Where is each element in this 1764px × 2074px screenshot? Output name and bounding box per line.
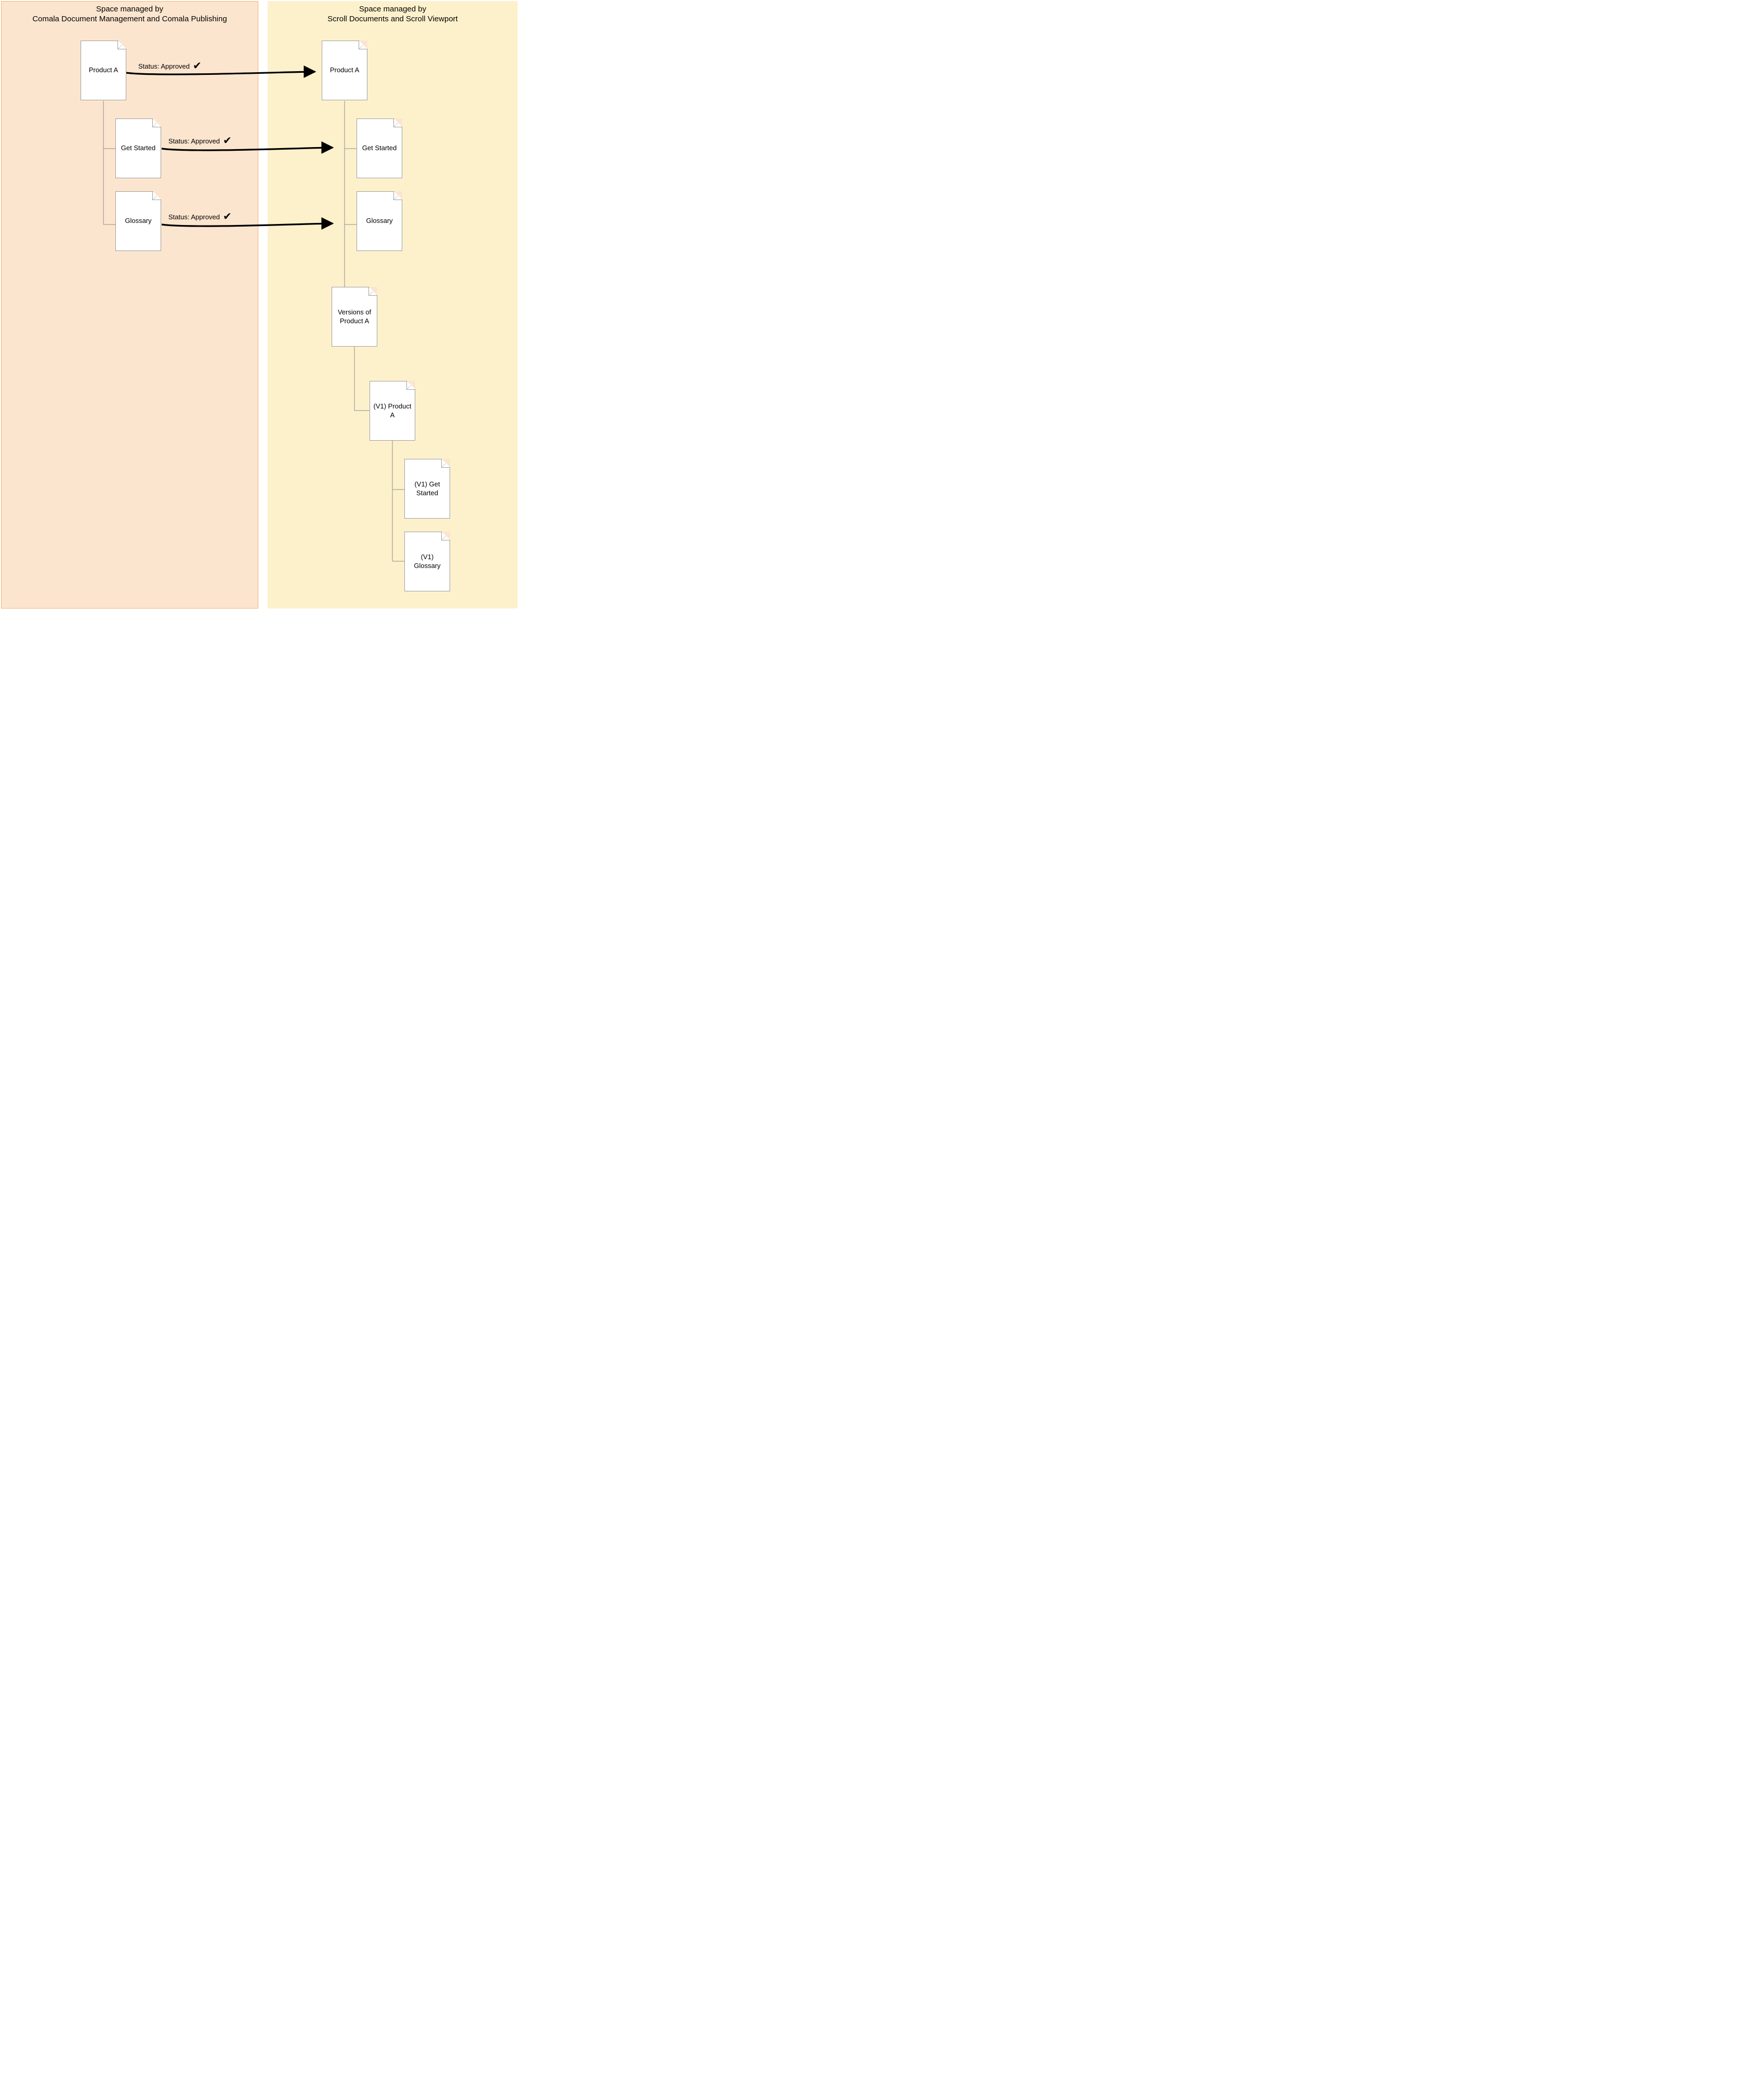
check-icon: ✔ bbox=[223, 212, 232, 222]
diagram-canvas: Space managed by Comala Document Managem… bbox=[0, 0, 519, 610]
left-title-line1: Space managed by bbox=[96, 5, 163, 14]
page-left-glossary: Glossary bbox=[115, 191, 161, 251]
check-icon: ✔ bbox=[193, 61, 202, 71]
right-title-line1: Space managed by bbox=[359, 5, 426, 14]
check-icon: ✔ bbox=[223, 136, 232, 146]
page-right-v1-get-started: (V1) Get Started bbox=[404, 459, 450, 519]
left-space-panel: Space managed by Comala Document Managem… bbox=[1, 1, 258, 609]
right-panel-title: Space managed by Scroll Documents and Sc… bbox=[268, 2, 517, 24]
right-space-panel: Space managed by Scroll Documents and Sc… bbox=[268, 1, 518, 609]
page-right-product-a: Product A bbox=[322, 41, 367, 100]
left-title-line2: Comala Document Management and Comala Pu… bbox=[32, 15, 227, 23]
page-right-v1-product-a: (V1) Product A bbox=[370, 381, 415, 441]
page-right-get-started: Get Started bbox=[357, 118, 402, 178]
edge-label-1: Status: Approved ✔ bbox=[138, 61, 202, 71]
page-right-glossary: Glossary bbox=[357, 191, 402, 251]
left-panel-title: Space managed by Comala Document Managem… bbox=[2, 2, 258, 24]
edge-label-2: Status: Approved ✔ bbox=[168, 136, 232, 146]
edge-label-text: Status: Approved bbox=[138, 62, 190, 70]
page-right-versions: Versions of Product A bbox=[332, 287, 377, 347]
edge-label-3: Status: Approved ✔ bbox=[168, 212, 232, 222]
right-title-line2: Scroll Documents and Scroll Viewport bbox=[327, 15, 458, 23]
page-left-product-a: Product A bbox=[81, 41, 126, 100]
edge-label-text: Status: Approved bbox=[168, 213, 220, 221]
page-left-get-started: Get Started bbox=[115, 118, 161, 178]
edge-label-text: Status: Approved bbox=[168, 137, 220, 145]
page-right-v1-glossary: (V1) Glossary bbox=[404, 532, 450, 591]
